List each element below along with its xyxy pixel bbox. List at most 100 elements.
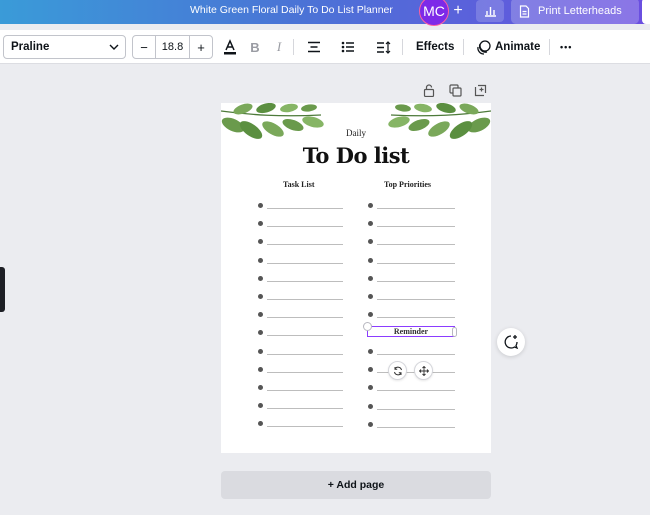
task-list-line[interactable] (267, 371, 343, 373)
lock-page-button[interactable] (423, 84, 435, 98)
toolbar-divider (463, 39, 464, 55)
text-align-button[interactable] (303, 36, 325, 58)
task-list-bullet (258, 366, 263, 372)
task-list-heading[interactable]: Task List (283, 180, 315, 189)
priority-bullet (368, 421, 373, 427)
effects-button[interactable]: Effects (416, 41, 454, 53)
priority-line[interactable] (377, 317, 455, 319)
task-list-line[interactable] (267, 226, 343, 228)
insights-button[interactable] (476, 0, 504, 22)
priority-bullet (368, 312, 373, 318)
task-list-line[interactable] (267, 426, 343, 428)
line-spacing-icon (376, 40, 390, 54)
font-size-input[interactable]: 18.8 (155, 36, 190, 58)
priority-line[interactable] (377, 426, 455, 428)
task-list-bullet (258, 239, 263, 245)
text-color-icon (224, 39, 236, 55)
task-list-line[interactable] (267, 280, 343, 282)
rotate-button[interactable] (388, 361, 407, 380)
task-list-line[interactable] (267, 408, 343, 410)
top-header-bar: White Green Floral Daily To Do List Plan… (0, 0, 650, 26)
priority-line[interactable] (377, 408, 455, 410)
priority-bullet (368, 221, 373, 227)
bold-icon: B (250, 39, 260, 55)
animate-icon (476, 39, 491, 55)
share-add-button[interactable]: + (447, 0, 469, 22)
rotate-handle[interactable] (363, 322, 372, 331)
priority-line[interactable] (377, 262, 455, 264)
rotate-icon (393, 366, 402, 375)
priority-line[interactable] (377, 354, 455, 355)
task-list-bullet (258, 275, 263, 281)
document-title[interactable]: White Green Floral Daily To Do List Plan… (190, 4, 393, 16)
task-list-line[interactable] (267, 317, 343, 319)
task-list-line[interactable] (267, 335, 343, 337)
increase-font-size-button[interactable]: + (190, 36, 212, 58)
priority-line[interactable] (377, 299, 455, 300)
task-list-bullet (258, 403, 263, 409)
comment-add-icon (504, 335, 519, 350)
priority-bullet (368, 294, 373, 299)
task-list-bullet (258, 348, 263, 354)
toolbar-divider (549, 39, 550, 55)
bar-chart-icon (484, 7, 496, 17)
task-list-line[interactable] (267, 299, 343, 300)
font-size-stepper: − 18.8 + (132, 35, 213, 59)
spacing-button[interactable] (372, 36, 394, 58)
font-family-dropdown[interactable]: Praline (3, 35, 126, 59)
task-list-line[interactable] (267, 353, 343, 355)
priority-bullet (368, 349, 373, 354)
user-avatar[interactable]: MC (419, 0, 449, 26)
add-page-top-button[interactable] (474, 84, 487, 98)
task-list-line[interactable] (267, 390, 343, 391)
italic-button[interactable]: I (268, 36, 290, 58)
task-list-bullet (258, 257, 263, 263)
priority-bullet (368, 385, 373, 391)
task-list-line[interactable] (267, 244, 343, 246)
add-page-button[interactable]: + Add page (221, 471, 491, 499)
design-page[interactable]: Daily To Do list Task List Top Prioritie… (221, 103, 491, 453)
priority-line[interactable] (377, 280, 455, 282)
bold-button[interactable]: B (244, 36, 266, 58)
reminder-textbox-selected[interactable]: Reminder (367, 326, 455, 337)
move-button[interactable] (414, 361, 433, 380)
priority-line[interactable] (377, 208, 455, 209)
resize-handle-right[interactable] (452, 327, 457, 337)
page-title[interactable]: To Do list (221, 143, 491, 168)
bullet-list-icon (341, 41, 354, 53)
side-panel-handle[interactable] (0, 267, 5, 312)
text-color-button[interactable] (219, 36, 241, 58)
print-letterheads-label: Print Letterheads (538, 5, 622, 17)
italic-icon: I (276, 39, 282, 54)
task-list-bullet (258, 330, 263, 336)
editor-toolbar: Praline − 18.8 + B I Effects Animate ••• (0, 30, 650, 64)
comment-button[interactable] (497, 328, 525, 356)
chevron-down-icon (109, 44, 119, 50)
lock-icon (423, 84, 435, 98)
task-list-line[interactable] (267, 208, 343, 209)
decrease-font-size-button[interactable]: − (133, 36, 155, 58)
top-priorities-heading[interactable]: Top Priorities (384, 180, 431, 189)
document-icon (519, 4, 530, 18)
share-button[interactable] (642, 0, 650, 24)
toolbar-divider (293, 39, 294, 55)
duplicate-page-button[interactable] (449, 84, 462, 98)
task-list-bullet (258, 294, 263, 299)
task-list-bullet (258, 203, 263, 208)
animate-icon-wrap[interactable] (472, 36, 494, 58)
animate-button[interactable]: Animate (495, 41, 540, 53)
leaf-decoration-right-icon (388, 103, 491, 139)
task-list-bullet (258, 385, 263, 390)
page-subtitle[interactable]: Daily (221, 128, 491, 138)
priority-line[interactable] (377, 390, 455, 392)
print-letterheads-button[interactable]: Print Letterheads (511, 0, 639, 24)
task-list-line[interactable] (267, 262, 343, 264)
priority-line[interactable] (377, 226, 455, 228)
more-options-button[interactable]: ••• (560, 42, 572, 52)
reminder-label: Reminder (393, 327, 429, 336)
list-button[interactable] (337, 36, 359, 58)
font-family-value: Praline (11, 41, 50, 53)
leaf-decoration-left-icon (221, 103, 324, 139)
priority-line[interactable] (377, 244, 455, 246)
duplicate-icon (449, 84, 462, 97)
